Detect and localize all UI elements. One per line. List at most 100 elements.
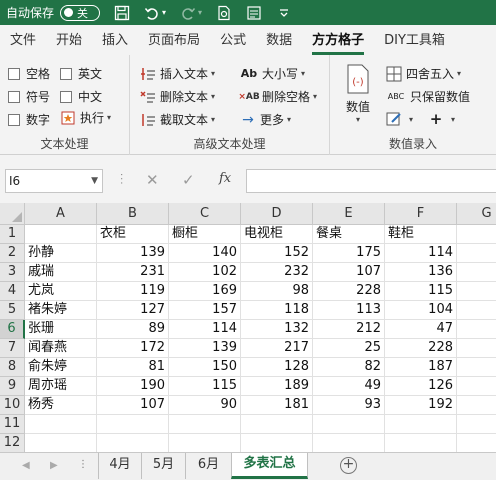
empty-cell[interactable] xyxy=(169,434,241,452)
name-cell[interactable]: 尤岚 xyxy=(25,282,97,301)
value-cell[interactable]: 90 xyxy=(169,396,241,415)
empty-cell[interactable] xyxy=(241,434,313,452)
value-cell[interactable]: 127 xyxy=(97,301,169,320)
value-cell[interactable]: 49 xyxy=(313,377,385,396)
value-cell[interactable]: 107 xyxy=(97,396,169,415)
empty-cell[interactable] xyxy=(457,434,496,452)
value-cell[interactable]: 113 xyxy=(313,301,385,320)
empty-cell[interactable] xyxy=(457,339,496,358)
value-cell[interactable]: 81 xyxy=(97,358,169,377)
header-cell[interactable]: 橱柜 xyxy=(169,225,241,244)
name-cell[interactable]: 闻春燕 xyxy=(25,339,97,358)
row-header-9[interactable]: 9 xyxy=(0,377,25,396)
row-header-4[interactable]: 4 xyxy=(0,282,25,301)
row-header-1[interactable]: 1 xyxy=(0,225,25,244)
value-cell[interactable]: 187 xyxy=(385,358,457,377)
undo-dropdown-icon[interactable]: ▾ xyxy=(162,8,166,17)
next-sheet-icon[interactable]: ▶ xyxy=(50,460,58,471)
sheet-tab-summary[interactable]: 多表汇总 xyxy=(231,453,308,479)
value-cell[interactable]: 47 xyxy=(385,320,457,339)
empty-cell[interactable] xyxy=(457,282,496,301)
value-cell[interactable]: 157 xyxy=(169,301,241,320)
document-icon[interactable] xyxy=(216,5,232,21)
value-cell[interactable]: 128 xyxy=(241,358,313,377)
value-cell[interactable]: 150 xyxy=(169,358,241,377)
empty-cell[interactable] xyxy=(97,434,169,452)
name-cell[interactable]: 戚瑞 xyxy=(25,263,97,282)
value-cell[interactable]: 192 xyxy=(385,396,457,415)
delete-text-button[interactable]: 删除文本 ▾ xyxy=(140,88,215,105)
row-header-10[interactable]: 10 xyxy=(0,396,25,415)
tab-diy-toolbox[interactable]: DIY工具箱 xyxy=(374,29,455,55)
value-cell[interactable]: 139 xyxy=(97,244,169,263)
save-icon[interactable] xyxy=(114,5,130,21)
column-header-e[interactable]: E xyxy=(313,203,385,225)
header-cell[interactable]: 衣柜 xyxy=(97,225,169,244)
sheet-tab-may[interactable]: 5月 xyxy=(141,453,185,479)
tab-fangfang[interactable]: 方方格子 xyxy=(302,29,374,55)
select-all-button[interactable] xyxy=(0,203,25,225)
column-header-a[interactable]: A xyxy=(25,203,97,225)
value-cell[interactable]: 140 xyxy=(169,244,241,263)
empty-cell[interactable] xyxy=(457,358,496,377)
value-cell[interactable]: 25 xyxy=(313,339,385,358)
more-button[interactable]: → 更多 ▾ xyxy=(240,111,291,128)
more-dots-icon[interactable]: ··· xyxy=(115,173,126,186)
empty-cell[interactable] xyxy=(457,377,496,396)
header-cell[interactable]: 鞋柜 xyxy=(385,225,457,244)
value-cell[interactable]: 152 xyxy=(241,244,313,263)
empty-cell[interactable] xyxy=(457,301,496,320)
value-cell[interactable]: 228 xyxy=(385,339,457,358)
empty-cell[interactable] xyxy=(385,434,457,452)
extract-text-button[interactable]: 截取文本 ▾ xyxy=(140,111,215,128)
empty-cell[interactable] xyxy=(457,415,496,434)
empty-cell[interactable] xyxy=(457,244,496,263)
value-cell[interactable]: 104 xyxy=(385,301,457,320)
checkbox-symbol[interactable]: 符号 xyxy=(8,88,50,105)
case-button[interactable]: Ab 大小写 ▾ xyxy=(240,65,305,82)
name-box[interactable]: I6 ▼ xyxy=(5,169,103,193)
redo-dropdown-icon[interactable]: ▾ xyxy=(198,8,202,17)
value-cell[interactable]: 139 xyxy=(169,339,241,358)
value-cell[interactable]: 102 xyxy=(169,263,241,282)
value-button[interactable]: (-) 数值 ▾ xyxy=(344,63,372,124)
delete-space-button[interactable]: × AB 删除空格 ▾ xyxy=(238,88,317,105)
confirm-icon[interactable]: ✓ xyxy=(182,171,195,189)
execute-button[interactable]: 执行 ▾ xyxy=(60,109,111,126)
row-header-11[interactable]: 11 xyxy=(0,415,25,434)
sheet-tab-june[interactable]: 6月 xyxy=(185,453,231,479)
autosave-toggle[interactable]: 关 xyxy=(60,4,101,21)
customize-toolbar-icon[interactable] xyxy=(276,5,292,21)
empty-cell[interactable] xyxy=(457,396,496,415)
redo-icon[interactable] xyxy=(180,5,196,21)
empty-cell[interactable] xyxy=(25,415,97,434)
checkbox-number[interactable]: 数字 xyxy=(8,111,50,128)
value-cell[interactable]: 169 xyxy=(169,282,241,301)
row-header-12[interactable]: 12 xyxy=(0,434,25,452)
empty-cell[interactable] xyxy=(457,225,496,244)
add-sheet-icon[interactable]: + xyxy=(340,457,357,474)
sheet-tab-april[interactable]: 4月 xyxy=(98,453,141,479)
name-cell[interactable]: 孙静 xyxy=(25,244,97,263)
row-header-6[interactable]: 6 xyxy=(0,320,25,339)
value-cell[interactable]: 118 xyxy=(241,301,313,320)
value-cell[interactable]: 172 xyxy=(97,339,169,358)
name-cell[interactable]: 周亦瑶 xyxy=(25,377,97,396)
column-header-d[interactable]: D xyxy=(241,203,313,225)
form-icon[interactable] xyxy=(246,5,262,21)
column-header-f[interactable]: F xyxy=(385,203,457,225)
row-header-8[interactable]: 8 xyxy=(0,358,25,377)
more-sheets-icon[interactable]: ⋮ xyxy=(78,459,88,470)
value-cell[interactable]: 115 xyxy=(385,282,457,301)
empty-cell[interactable] xyxy=(169,415,241,434)
value-cell[interactable]: 175 xyxy=(313,244,385,263)
add-button[interactable]: + ▾ xyxy=(428,110,455,128)
value-cell[interactable]: 82 xyxy=(313,358,385,377)
value-cell[interactable]: 89 xyxy=(97,320,169,339)
value-cell[interactable]: 93 xyxy=(313,396,385,415)
row-header-3[interactable]: 3 xyxy=(0,263,25,282)
value-cell[interactable]: 126 xyxy=(385,377,457,396)
empty-cell[interactable] xyxy=(313,415,385,434)
checkbox-chinese[interactable]: 中文 xyxy=(60,88,102,105)
formula-input[interactable] xyxy=(246,169,496,193)
